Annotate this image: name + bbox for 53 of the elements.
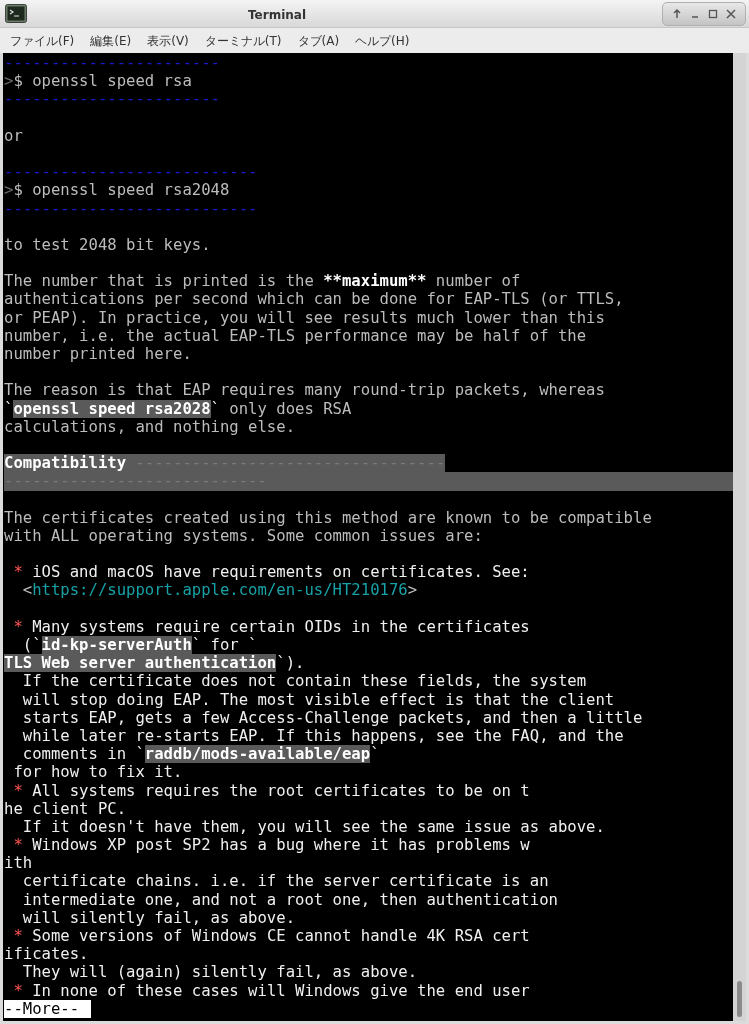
terminal-line: >$ openssl speed rsa: [4, 72, 193, 91]
terminal-line: for how to fix it.: [12, 763, 184, 782]
window-title: Terminal: [248, 7, 307, 24]
terminal-line: to test 2048 bit keys.: [4, 235, 212, 255]
terminal-line: * iOS and macOS have requirements on certificates. See:: [12, 563, 531, 582]
terminal-line: with ALL operating systems. Some common issues are:: [4, 526, 484, 546]
scrollbar-thumb[interactable]: [737, 981, 742, 1017]
section-heading: Compatibility ---------------------------------: [4, 454, 446, 473]
dashed-rule: -----------------------: [4, 54, 221, 73]
terminal-line: If it doesn't have them, you will see the same issue as above.: [21, 817, 606, 837]
terminal-line: he client PC.: [4, 799, 128, 818]
terminal-line: * Windows XP post SP2 has a bug where it has problems w: [12, 836, 531, 855]
terminal-line: or PEAP). In practice, you will see results much lower than this: [4, 308, 606, 327]
terminal-icon: [5, 4, 27, 23]
maximize-icon[interactable]: [707, 7, 719, 20]
dashed-rule: ---------------------------: [4, 163, 259, 182]
menu-item[interactable]: 表示(V): [139, 31, 197, 50]
dashed-rule: -----------------------: [4, 90, 221, 109]
terminal-line: The certificates created using this method are known to be compatible: [4, 508, 653, 527]
terminal-line: number printed here.: [4, 345, 193, 364]
terminal-line: certificate chains. i.e. if the server certificate is an: [21, 872, 550, 891]
menu-item[interactable]: ターミナル(T): [196, 31, 290, 50]
terminal-line: The reason is that EAP requires many round-trip packets, whereas: [4, 381, 606, 400]
terminal-line: authentications per second which can be done for EAP-TLS (or TTLS,: [4, 290, 625, 309]
terminal-line: will stop doing EAP. The most visible effect is that the client: [21, 690, 616, 709]
terminal-line: number, i.e. the actual EAP-TLS performance may be half of the: [4, 326, 588, 345]
dashed-rule: ---------------------------: [4, 199, 259, 218]
terminal-line: starts EAP, gets a few Access-Challenge packets, and then a little: [21, 708, 644, 727]
shade-icon[interactable]: [671, 7, 683, 20]
terminal-line: * All systems requires the root certificates to be on t: [12, 781, 531, 800]
url-link[interactable]: https://support.apple.com/en-us/HT210176: [32, 581, 408, 600]
terminal-line: or: [4, 126, 24, 145]
terminal-line: * Some versions of Windows CE cannot handle 4K RSA cert: [12, 927, 531, 946]
terminal-line: The number that is printed is the **maximum** number of: [4, 272, 522, 291]
menu-item[interactable]: ファイル(F): [2, 31, 83, 50]
terminal-line: ificates.: [4, 945, 90, 964]
terminal-line: while later re-starts EAP. If this happens, see the FAQ, and the: [21, 726, 625, 746]
terminal-line: calculations, and nothing else.: [4, 417, 297, 436]
menu-item[interactable]: タブ(A): [289, 31, 348, 50]
terminal-line: `openssl speed rsa2028` only does RSA: [4, 399, 353, 418]
terminal-line: They will (again) silently fail, as above.: [21, 963, 419, 982]
terminal-line: ith: [4, 854, 34, 873]
terminal-line: will silently fail, as above.: [21, 908, 297, 927]
terminal-line: <https://support.apple.com/en-us/HT210176>: [21, 581, 419, 600]
menu-item[interactable]: ヘルプ(H): [347, 31, 418, 50]
terminal-line: intermediate one, and not a root one, then authentication: [21, 890, 559, 909]
close-icon[interactable]: [725, 7, 737, 20]
menu-item[interactable]: 編集(E): [82, 31, 140, 50]
terminal-line: * Many systems require certain OIDs in the certificates: [12, 617, 531, 636]
terminal-line: * In none of these cases will Windows give the end user: [12, 981, 531, 1000]
pager-prompt: --More--: [4, 999, 92, 1018]
terminal-line: If the certificate does not contain these fields, the system: [21, 672, 588, 691]
terminal-line: >$ openssl speed rsa2048: [4, 181, 231, 200]
